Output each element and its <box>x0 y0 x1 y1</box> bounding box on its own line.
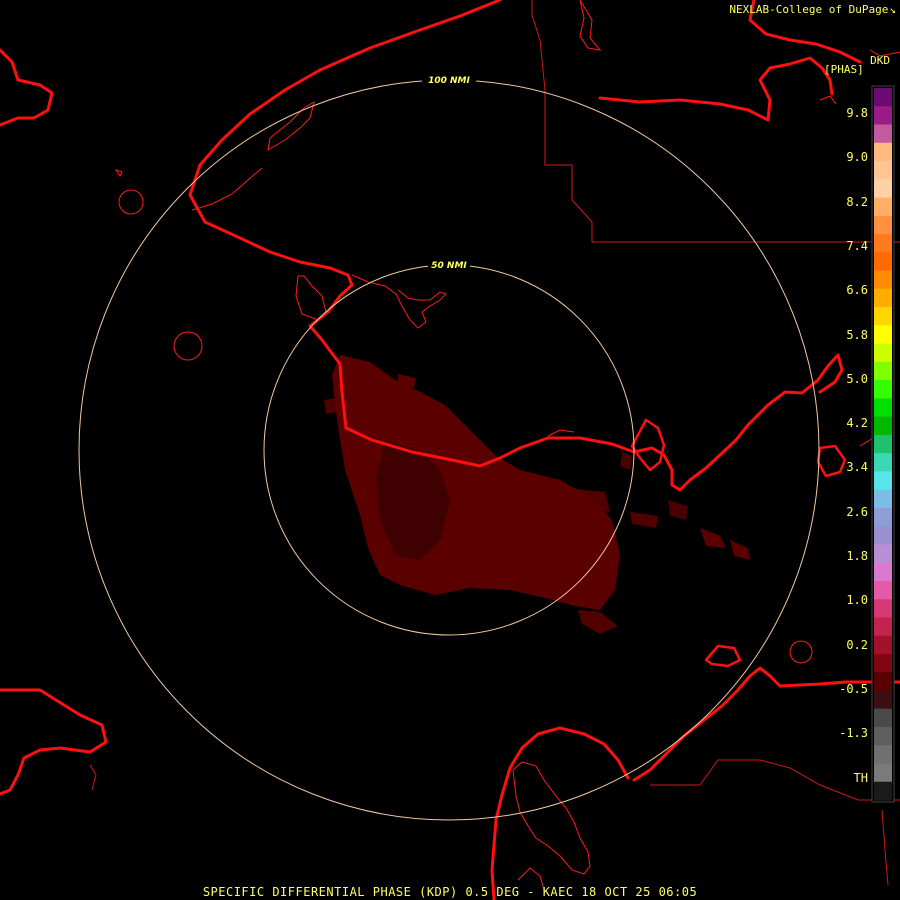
resize-arrow-icon[interactable]: ↘ <box>889 3 896 16</box>
color-scale-swatch <box>874 599 892 619</box>
radar-map: 100 NMI 50 NMI <box>0 0 900 900</box>
color-scale-label: 8.2 <box>846 194 868 209</box>
color-scale-swatch <box>874 88 892 107</box>
color-scale-swatch <box>874 708 892 728</box>
color-scale-label: 5.0 <box>846 371 868 386</box>
color-scale-swatch <box>874 507 892 527</box>
color-scale-swatch <box>874 343 892 363</box>
color-scale-swatch <box>874 690 892 710</box>
color-scale-swatch <box>874 453 892 472</box>
color-scale-swatch <box>874 763 892 783</box>
color-scale-swatch <box>874 197 892 217</box>
color-scale-swatch <box>874 361 892 381</box>
color-scale-swatch <box>874 653 892 673</box>
color-scale-swatch <box>874 489 892 509</box>
range-ring-label-50: 50 NMI <box>431 261 467 271</box>
color-scale-swatch <box>874 215 892 235</box>
color-scale-label: -1.3 <box>839 726 868 741</box>
color-scale-swatch <box>874 781 892 801</box>
color-scale-swatch <box>874 124 892 144</box>
color-scale-swatch <box>874 672 892 692</box>
units-label: [PHAS] <box>824 63 864 76</box>
color-scale-label: 3.4 <box>846 460 868 475</box>
color-scale-label: 1.0 <box>846 593 868 608</box>
color-scale-label: 2.6 <box>846 504 868 519</box>
color-scale-swatch <box>874 106 892 126</box>
range-ring-label-100: 100 NMI <box>428 76 470 86</box>
color-scale-label: 0.2 <box>846 637 868 652</box>
color-scale-bar <box>874 88 892 801</box>
color-scale-label: 5.8 <box>846 327 868 342</box>
color-scale-swatch <box>874 270 892 290</box>
color-scale-swatch <box>874 471 892 491</box>
color-scale-swatch <box>874 726 892 746</box>
color-scale-swatch <box>874 234 892 253</box>
color-scale-swatch <box>874 288 892 308</box>
color-scale-swatch <box>874 416 892 436</box>
color-scale-label: 6.6 <box>846 283 868 298</box>
color-scale-swatch <box>874 544 892 564</box>
color-scale-swatch <box>874 398 892 418</box>
color-scale-label: 7.4 <box>846 238 868 253</box>
color-scale-label: 9.8 <box>846 106 868 120</box>
color-scale-swatch <box>874 635 892 655</box>
credit-text: NEXLAB-College of DuPage <box>729 3 889 16</box>
color-scale-swatch <box>874 161 892 180</box>
color-scale-swatch <box>874 745 892 765</box>
color-scale-swatch <box>874 307 892 326</box>
product-code: DKD <box>870 54 890 67</box>
color-scale-label: TH <box>853 770 868 785</box>
color-scale-swatch <box>874 380 892 399</box>
color-scale-swatch <box>874 252 892 272</box>
color-scale-label: 1.8 <box>846 549 868 563</box>
color-scale-swatch <box>874 580 892 600</box>
credit-line: NEXLAB-College of DuPage↘ <box>729 3 896 16</box>
color-scale-swatch <box>874 526 892 546</box>
color-scale-label: -0.5 <box>839 681 868 696</box>
color-scale-swatch <box>874 434 892 454</box>
color-scale-swatch <box>874 142 892 162</box>
color-scale-swatch <box>874 179 892 199</box>
color-scale-label: 4.2 <box>846 416 868 431</box>
product-footer: SPECIFIC DIFFERENTIAL PHASE (KDP) 0.5 DE… <box>202 885 698 899</box>
color-scale-swatch <box>874 617 892 637</box>
color-scale-swatch <box>874 562 892 582</box>
color-scale-label: 9.0 <box>846 150 868 165</box>
color-scale-swatch <box>874 325 892 345</box>
